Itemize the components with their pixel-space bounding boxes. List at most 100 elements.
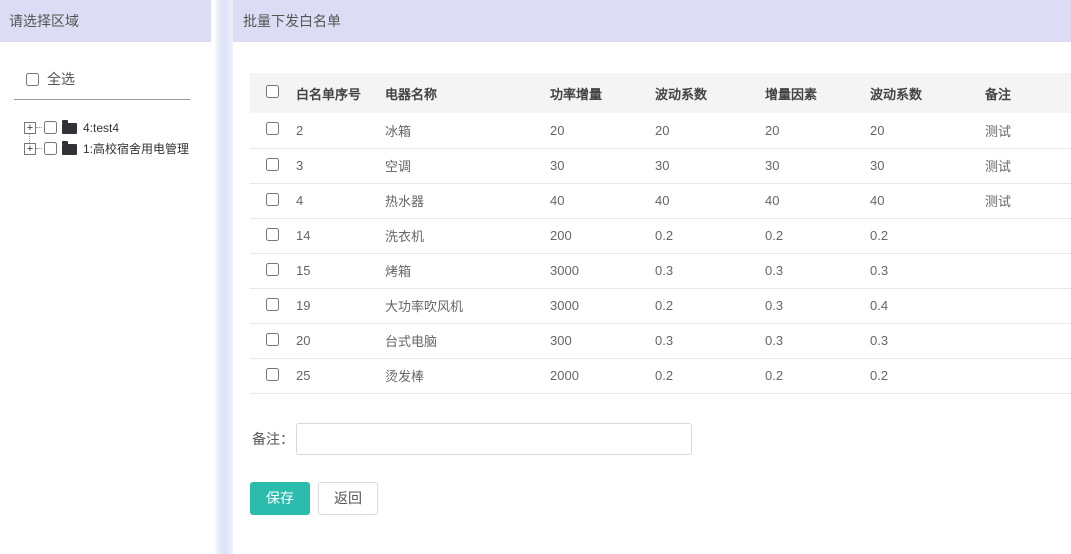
cell-remark	[975, 288, 1071, 323]
tree-node[interactable]: + 4:test4	[24, 117, 211, 138]
cell-fluctuation-2: 30	[860, 148, 975, 183]
cell-remark	[975, 218, 1071, 253]
cell-index: 25	[286, 358, 375, 393]
cell-increment-factor: 40	[755, 183, 860, 218]
cell-remark: 测试	[975, 113, 1071, 148]
tree-node-label[interactable]: 4:test4	[83, 121, 119, 135]
cell-power-increment: 300	[540, 323, 645, 358]
cell-fluctuation-2: 0.3	[860, 253, 975, 288]
cell-remark	[975, 358, 1071, 393]
row-checkbox[interactable]	[266, 122, 279, 135]
row-checkbox[interactable]	[266, 193, 279, 206]
back-button[interactable]: 返回	[318, 482, 378, 515]
sidebar-divider	[14, 99, 190, 100]
cell-fluctuation-1: 40	[645, 183, 755, 218]
cell-fluctuation-2: 0.4	[860, 288, 975, 323]
cell-index: 15	[286, 253, 375, 288]
cell-appliance-name: 空调	[375, 148, 540, 183]
cell-increment-factor: 0.3	[755, 288, 860, 323]
col-header-power: 功率增量	[540, 73, 645, 113]
cell-appliance-name: 热水器	[375, 183, 540, 218]
row-checkbox[interactable]	[266, 228, 279, 241]
table-row: 14 洗衣机 200 0.2 0.2 0.2	[250, 218, 1071, 253]
cell-power-increment: 3000	[540, 288, 645, 323]
sidebar-scrollbar-track[interactable]	[214, 0, 233, 554]
tree-expand-icon[interactable]: +	[24, 143, 36, 155]
tree-dotted-connector	[36, 148, 42, 149]
folder-icon	[62, 123, 77, 134]
header-select-all-checkbox[interactable]	[266, 85, 279, 98]
cell-increment-factor: 0.3	[755, 323, 860, 358]
whitelist-table: 白名单序号 电器名称 功率增量 波动系数 增量因素 波动系数 备注 2 冰箱 2…	[250, 73, 1071, 394]
cell-appliance-name: 冰箱	[375, 113, 540, 148]
cell-increment-factor: 20	[755, 113, 860, 148]
cell-index: 2	[286, 113, 375, 148]
cell-increment-factor: 0.2	[755, 218, 860, 253]
tree-node[interactable]: + 1:高校宿舍用电管理	[24, 138, 211, 159]
region-tree: + 4:test4 + 1:高校宿舍用电管理	[0, 117, 211, 159]
cell-index: 19	[286, 288, 375, 323]
table-row: 19 大功率吹风机 3000 0.2 0.3 0.4	[250, 288, 1071, 323]
row-checkbox[interactable]	[266, 263, 279, 276]
cell-fluctuation-1: 0.2	[645, 288, 755, 323]
table-row: 3 空调 30 30 30 30 测试	[250, 148, 1071, 183]
region-sidebar: 请选择区域 全选 + 4:test4 + 1:高校宿舍用电管理	[0, 0, 211, 554]
cell-appliance-name: 洗衣机	[375, 218, 540, 253]
cell-fluctuation-1: 0.3	[645, 253, 755, 288]
cell-increment-factor: 0.2	[755, 358, 860, 393]
cell-fluctuation-2: 0.2	[860, 218, 975, 253]
cell-fluctuation-2: 0.2	[860, 358, 975, 393]
col-header-remark: 备注	[975, 73, 1071, 113]
table-row: 2 冰箱 20 20 20 20 测试	[250, 113, 1071, 148]
select-all-checkbox[interactable]	[26, 73, 39, 86]
folder-icon	[62, 144, 77, 155]
sidebar-title: 请选择区域	[0, 0, 211, 42]
cell-fluctuation-2: 40	[860, 183, 975, 218]
cell-power-increment: 30	[540, 148, 645, 183]
tree-node-label[interactable]: 1:高校宿舍用电管理	[83, 140, 189, 157]
table-body: 2 冰箱 20 20 20 20 测试 3 空调 30 30 30 30 测试 …	[250, 113, 1071, 393]
cell-index: 20	[286, 323, 375, 358]
cell-power-increment: 200	[540, 218, 645, 253]
remark-label: 备注：	[252, 429, 294, 449]
cell-increment-factor: 0.3	[755, 253, 860, 288]
cell-increment-factor: 30	[755, 148, 860, 183]
table-row: 15 烤箱 3000 0.3 0.3 0.3	[250, 253, 1071, 288]
whitelist-table-wrap: 白名单序号 电器名称 功率增量 波动系数 增量因素 波动系数 备注 2 冰箱 2…	[250, 73, 1071, 394]
cell-power-increment: 20	[540, 113, 645, 148]
cell-appliance-name: 大功率吹风机	[375, 288, 540, 323]
cell-fluctuation-2: 20	[860, 113, 975, 148]
cell-appliance-name: 烫发棒	[375, 358, 540, 393]
cell-fluctuation-1: 0.2	[645, 358, 755, 393]
row-checkbox[interactable]	[266, 368, 279, 381]
row-checkbox[interactable]	[266, 333, 279, 346]
table-header-row: 白名单序号 电器名称 功率增量 波动系数 增量因素 波动系数 备注	[250, 73, 1071, 113]
table-row: 20 台式电脑 300 0.3 0.3 0.3	[250, 323, 1071, 358]
cell-fluctuation-1: 0.2	[645, 218, 755, 253]
save-button[interactable]: 保存	[250, 482, 310, 515]
cell-remark: 测试	[975, 148, 1071, 183]
button-row: 保存 返回	[250, 482, 1071, 515]
cell-index: 4	[286, 183, 375, 218]
whitelist-panel: 批量下发白名单 白名单序号 电器名称 功率增量 波动系数 增量因素 波动系数 备…	[233, 0, 1071, 554]
tree-expand-icon[interactable]: +	[24, 122, 36, 134]
tree-node-checkbox[interactable]	[44, 142, 57, 155]
cell-fluctuation-1: 0.3	[645, 323, 755, 358]
cell-power-increment: 40	[540, 183, 645, 218]
row-checkbox[interactable]	[266, 298, 279, 311]
col-header-fluct2: 波动系数	[860, 73, 975, 113]
row-checkbox[interactable]	[266, 158, 279, 171]
page-title: 批量下发白名单	[233, 0, 1071, 42]
cell-remark: 测试	[975, 183, 1071, 218]
tree-node-checkbox[interactable]	[44, 121, 57, 134]
col-header-fluct1: 波动系数	[645, 73, 755, 113]
remark-input[interactable]	[296, 423, 692, 455]
col-header-name: 电器名称	[375, 73, 540, 113]
cell-fluctuation-1: 30	[645, 148, 755, 183]
cell-remark	[975, 253, 1071, 288]
cell-power-increment: 2000	[540, 358, 645, 393]
cell-index: 14	[286, 218, 375, 253]
cell-appliance-name: 烤箱	[375, 253, 540, 288]
table-row: 25 烫发棒 2000 0.2 0.2 0.2	[250, 358, 1071, 393]
table-row: 4 热水器 40 40 40 40 测试	[250, 183, 1071, 218]
